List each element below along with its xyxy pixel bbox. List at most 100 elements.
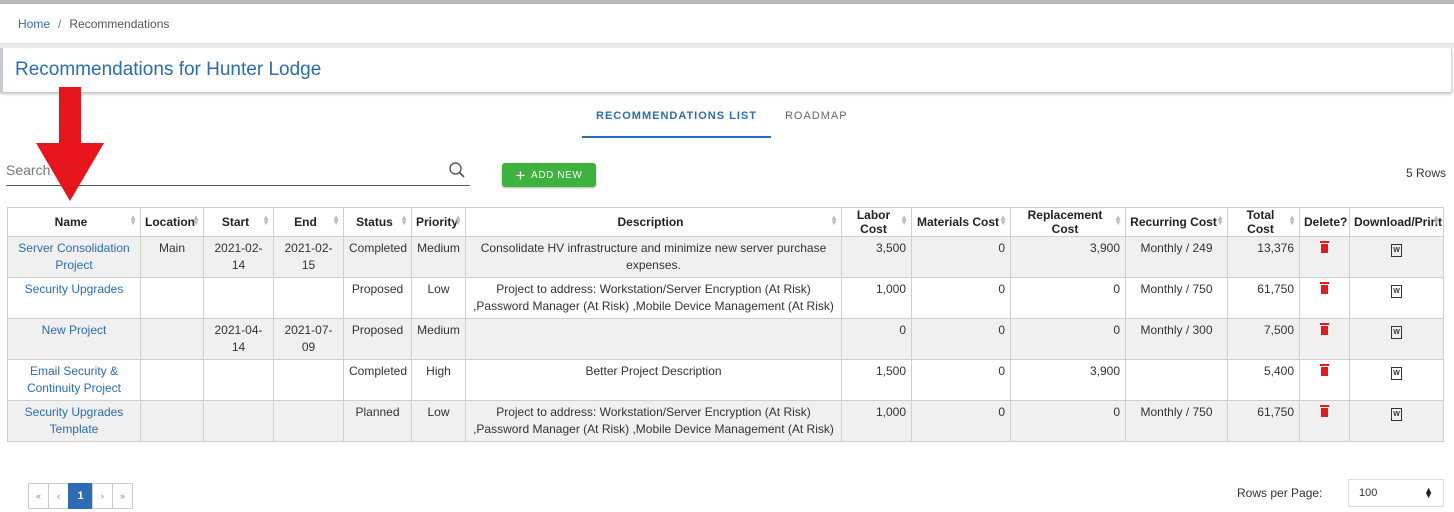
breadcrumb-home-link[interactable]: Home xyxy=(18,17,50,31)
recommendation-link[interactable]: Security Upgrades xyxy=(25,282,124,296)
recommendation-link[interactable]: Security Upgrades Template xyxy=(25,405,124,436)
table-header-row: Name ▲ ▼ Location ▲ ▼ Start ▲ ▼ End ▲ ▼ Status ▲ ▼… xyxy=(7,207,1444,237)
breadcrumb-separator: / xyxy=(58,16,62,31)
trash-icon[interactable] xyxy=(1320,282,1329,294)
cell-download: W xyxy=(1349,236,1444,278)
red-arrow-down-icon xyxy=(36,87,104,201)
column-header-location[interactable]: Location ▲ ▼ xyxy=(140,207,204,237)
column-header-start[interactable]: Start ▲ ▼ xyxy=(203,207,274,237)
cell-materials-cost: 0 xyxy=(911,400,1011,442)
cell-delete xyxy=(1299,236,1350,278)
word-document-icon[interactable]: W xyxy=(1391,326,1402,339)
trash-icon[interactable] xyxy=(1320,405,1329,417)
cell-description: Better Project Description xyxy=(465,359,842,401)
cell-start: 2021-02-14 xyxy=(203,236,274,278)
cell-start xyxy=(203,277,274,319)
column-header-total-cost[interactable]: Total Cost ▲ ▼ xyxy=(1227,207,1300,237)
breadcrumb-current: Recommendations xyxy=(69,16,170,31)
cell-start xyxy=(203,359,274,401)
sort-icon: ▲ ▼ xyxy=(900,213,908,227)
cell-end xyxy=(273,359,344,401)
cell-labor-cost: 0 xyxy=(841,318,912,360)
cell-end: 2021-02-15 xyxy=(273,236,344,278)
trash-icon[interactable] xyxy=(1320,364,1329,376)
cell-location xyxy=(140,277,204,319)
sort-icon: ▲ ▼ xyxy=(454,213,462,227)
cell-end: 2021-07-09 xyxy=(273,318,344,360)
cell-total-cost: 13,376 xyxy=(1227,236,1300,278)
column-header-labor-cost[interactable]: Labor Cost ▲ ▼ xyxy=(841,207,912,237)
cell-labor-cost: 1,000 xyxy=(841,400,912,442)
column-header-name[interactable]: Name ▲ ▼ xyxy=(7,207,141,237)
cell-location xyxy=(140,400,204,442)
cell-name: Server Consolidation Project xyxy=(7,236,141,278)
add-new-label: ADD NEW xyxy=(531,169,583,181)
table-row: Server Consolidation Project Main 2021-0… xyxy=(7,236,1444,278)
cell-name: Security Upgrades xyxy=(7,277,141,319)
column-header-recurring-cost[interactable]: Recurring Cost ▲ ▼ xyxy=(1125,207,1228,237)
cell-priority: High xyxy=(411,359,466,401)
cell-download: W xyxy=(1349,318,1444,360)
next-page-button[interactable]: › xyxy=(92,483,113,509)
cell-description: Project to address: Workstation/Server E… xyxy=(465,277,842,319)
recommendation-link[interactable]: Email Security & Continuity Project xyxy=(27,364,121,395)
cell-description: Project to address: Workstation/Server E… xyxy=(465,400,842,442)
tab-recommendations-list[interactable]: RECOMMENDATIONS LIST xyxy=(582,110,771,138)
cell-delete xyxy=(1299,277,1350,319)
column-header-download-print[interactable]: Download/Print ▲ ▼ xyxy=(1349,207,1444,237)
cell-status: Completed xyxy=(343,359,412,401)
cell-status: Completed xyxy=(343,236,412,278)
cell-replacement-cost: 0 xyxy=(1010,400,1126,442)
cell-recurring-cost: Monthly / 300 xyxy=(1125,318,1228,360)
cell-location xyxy=(140,359,204,401)
search-icon[interactable] xyxy=(448,161,466,179)
table-row: Security Upgrades Template Planned Low P… xyxy=(7,400,1444,442)
column-header-status[interactable]: Status ▲ ▼ xyxy=(343,207,412,237)
page-1-button[interactable]: 1 xyxy=(68,483,93,509)
column-header-materials-cost[interactable]: Materials Cost ▲ ▼ xyxy=(911,207,1011,237)
view-tabs: RECOMMENDATIONS LIST ROADMAP xyxy=(582,110,862,138)
cell-end xyxy=(273,277,344,319)
column-header-description[interactable]: Description ▲ ▼ xyxy=(465,207,842,237)
rows-per-page-select[interactable]: 100 ▲ ▼ xyxy=(1348,479,1444,507)
recommendation-link[interactable]: New Project xyxy=(42,323,107,337)
cell-download: W xyxy=(1349,277,1444,319)
word-document-icon[interactable]: W xyxy=(1391,285,1402,298)
column-header-replacement-cost[interactable]: Replacement Cost ▲ ▼ xyxy=(1010,207,1126,237)
cell-description: Consolidate HV infrastructure and minimi… xyxy=(465,236,842,278)
cell-materials-cost: 0 xyxy=(911,318,1011,360)
cell-materials-cost: 0 xyxy=(911,277,1011,319)
trash-icon[interactable] xyxy=(1320,241,1329,253)
page-header: Recommendations for Hunter Lodge xyxy=(0,48,1452,92)
last-page-button[interactable]: » xyxy=(112,483,133,509)
trash-icon[interactable] xyxy=(1320,323,1329,335)
first-page-button[interactable]: « xyxy=(28,483,49,509)
column-header-priority[interactable]: Priority ▲ ▼ xyxy=(411,207,466,237)
cell-name: New Project xyxy=(7,318,141,360)
cell-total-cost: 61,750 xyxy=(1227,277,1300,319)
cell-total-cost: 7,500 xyxy=(1227,318,1300,360)
cell-location: Main xyxy=(140,236,204,278)
rows-per-page-label: Rows per Page: xyxy=(1237,486,1323,500)
cell-replacement-cost: 3,900 xyxy=(1010,236,1126,278)
cell-status: Planned xyxy=(343,400,412,442)
cell-name: Security Upgrades Template xyxy=(7,400,141,442)
cell-end xyxy=(273,400,344,442)
word-document-icon[interactable]: W xyxy=(1391,367,1402,380)
add-new-button[interactable]: + ADD NEW xyxy=(502,163,596,187)
cell-priority: Low xyxy=(411,277,466,319)
tab-roadmap[interactable]: ROADMAP xyxy=(771,110,862,138)
cell-recurring-cost: Monthly / 750 xyxy=(1125,277,1228,319)
cell-labor-cost: 1,500 xyxy=(841,359,912,401)
word-document-icon[interactable]: W xyxy=(1391,244,1402,257)
recommendation-link[interactable]: Server Consolidation Project xyxy=(18,241,129,272)
prev-page-button[interactable]: ‹ xyxy=(48,483,69,509)
cell-priority: Medium xyxy=(411,236,466,278)
column-header-end[interactable]: End ▲ ▼ xyxy=(273,207,344,237)
sort-icon: ▲ ▼ xyxy=(400,213,408,227)
plus-icon: + xyxy=(515,165,527,185)
cell-replacement-cost: 0 xyxy=(1010,277,1126,319)
cell-priority: Medium xyxy=(411,318,466,360)
word-document-icon[interactable]: W xyxy=(1391,408,1402,421)
cell-delete xyxy=(1299,359,1350,401)
